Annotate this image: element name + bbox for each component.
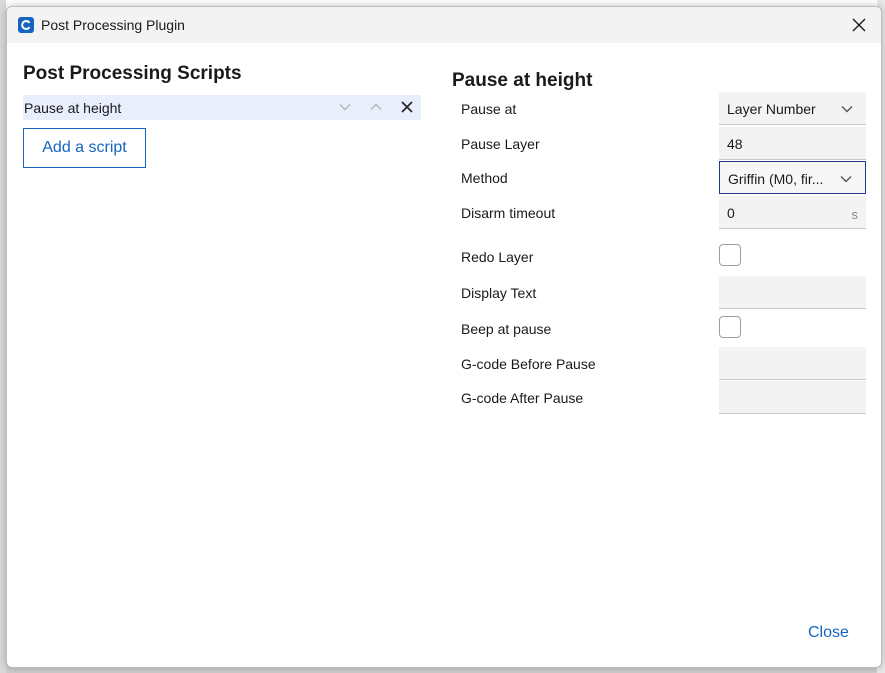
disarm-timeout-unit: s	[851, 207, 859, 222]
pause-layer-value: 48	[727, 136, 743, 152]
window-title: Post Processing Plugin	[41, 17, 185, 33]
scripts-heading: Post Processing Scripts	[23, 63, 242, 84]
disarm-timeout-value: 0	[727, 205, 735, 221]
setting-label-beep-at-pause: Beep at pause	[461, 321, 552, 337]
method-select[interactable]: Griffin (M0, fir...	[719, 161, 866, 194]
chevron-down-icon	[840, 176, 852, 183]
display-text-input[interactable]	[719, 276, 866, 309]
chevron-up-icon	[370, 103, 382, 110]
setting-label-pause-at: Pause at	[461, 101, 517, 117]
pause-at-value: Layer Number	[727, 101, 816, 117]
gcode-before-pause-input[interactable]	[719, 347, 866, 380]
gcode-after-pause-input[interactable]	[719, 381, 866, 414]
setting-label-redo-layer: Redo Layer	[461, 249, 534, 265]
setting-label-gcode-before-pause: G-code Before Pause	[461, 356, 596, 372]
pause-layer-input[interactable]: 48	[719, 127, 866, 160]
post-processing-dialog: Post Processing Plugin Post Processing S…	[6, 6, 882, 668]
add-script-button[interactable]: Add a script	[23, 128, 146, 168]
cura-app-icon	[18, 17, 34, 33]
move-up-button[interactable]	[366, 97, 386, 117]
remove-script-button[interactable]	[397, 97, 417, 117]
redo-layer-checkbox[interactable]	[719, 244, 741, 266]
setting-label-pause-layer: Pause Layer	[461, 136, 540, 152]
pause-at-select[interactable]: Layer Number	[719, 92, 866, 125]
settings-heading: Pause at height	[452, 70, 593, 91]
script-item-label: Pause at height	[24, 100, 122, 116]
close-icon	[401, 101, 413, 113]
move-down-button[interactable]	[335, 97, 355, 117]
close-icon	[852, 18, 866, 32]
setting-label-gcode-after-pause: G-code After Pause	[461, 390, 584, 406]
script-list-item[interactable]: Pause at height	[23, 95, 421, 120]
setting-label-display-text: Display Text	[461, 285, 537, 301]
close-button[interactable]: Close	[808, 624, 849, 642]
beep-at-pause-checkbox[interactable]	[719, 316, 741, 338]
setting-label-disarm-timeout: Disarm timeout	[461, 205, 556, 221]
method-value: Griffin (M0, fir...	[728, 171, 824, 187]
window-close-button[interactable]	[847, 13, 871, 37]
disarm-timeout-input[interactable]: 0 s	[719, 196, 866, 229]
chevron-down-icon	[841, 106, 853, 113]
chevron-down-icon	[339, 104, 351, 111]
setting-label-method: Method	[461, 170, 508, 186]
title-bar: Post Processing Plugin	[7, 7, 881, 43]
